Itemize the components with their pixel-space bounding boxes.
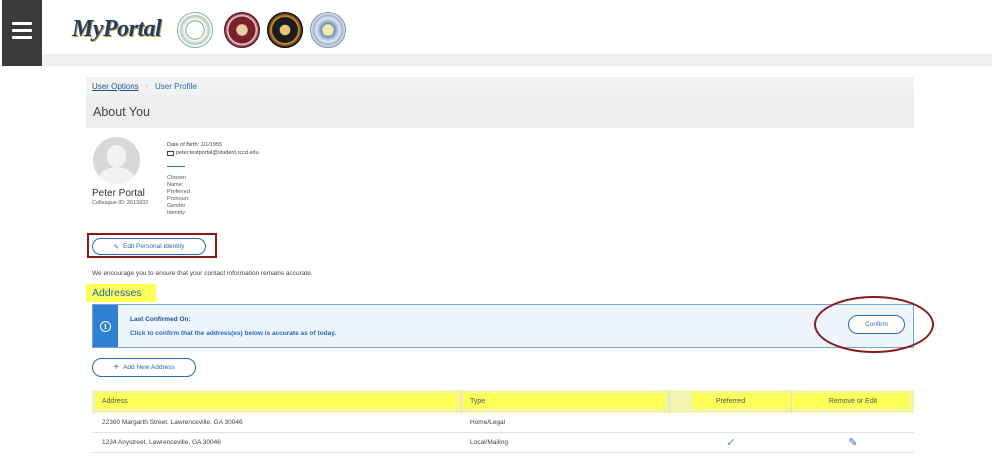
banner-title: Last Confirmed On: bbox=[130, 316, 191, 323]
preferred-cell bbox=[670, 413, 792, 432]
profile-name: Peter Portal bbox=[92, 188, 145, 199]
type-cell: Home/Legal bbox=[470, 419, 506, 426]
address-cell: 1234 Anystreet, Lawrenceville, GA 30046 bbox=[102, 439, 221, 446]
pencil-icon: ✎ bbox=[113, 243, 119, 251]
remove-edit-cell bbox=[792, 413, 914, 432]
header-strip bbox=[42, 54, 992, 66]
email-address: peter.testportal@student.rccd.edu bbox=[176, 150, 259, 156]
check-icon: ✓ bbox=[726, 437, 736, 449]
colleague-id: Colleague ID: 2613932 bbox=[92, 200, 149, 206]
table-row: 1234 Anystreet, Lawrenceville, GA 30046 … bbox=[92, 433, 914, 453]
preferred-label: Preferred bbox=[167, 189, 190, 195]
header-preferred: Preferred bbox=[670, 390, 792, 413]
header-type: Type bbox=[462, 390, 670, 413]
remove-edit-cell: ✎ bbox=[792, 433, 914, 452]
college-seal-4-icon bbox=[310, 12, 346, 48]
edit-personal-identity-label: Edit Personal Identity bbox=[123, 243, 185, 250]
pronoun-label: Pronoun: bbox=[167, 196, 190, 202]
table-row: 22360 Margarth Street, Lawrenceville, GA… bbox=[92, 413, 914, 433]
college-seal-2-icon bbox=[224, 12, 260, 48]
avatar bbox=[93, 137, 140, 184]
college-seal-1-icon bbox=[177, 12, 213, 48]
chosen-label: Chosen bbox=[167, 175, 186, 181]
add-new-address-label: Add New Address bbox=[123, 364, 175, 371]
email-row: peter.testportal@student.rccd.edu bbox=[167, 150, 259, 156]
breadcrumb-user-options[interactable]: User Options bbox=[92, 82, 139, 91]
identity-label: Identity: bbox=[167, 210, 187, 216]
breadcrumb-separator-icon: › bbox=[145, 82, 149, 90]
addresses-heading: Addresses bbox=[86, 284, 156, 302]
header-address: Address bbox=[92, 390, 462, 413]
confirm-button[interactable]: Confirm bbox=[848, 315, 905, 334]
divider bbox=[167, 166, 185, 167]
date-of-birth: Date of Birth: 1/1/1955 bbox=[167, 142, 223, 148]
preferred-cell: ✓ bbox=[670, 433, 792, 452]
page-title: About You bbox=[86, 95, 914, 128]
banner-text: Click to confirm that the address(es) be… bbox=[130, 330, 337, 337]
confirm-banner: i Last Confirmed On: Click to confirm th… bbox=[92, 304, 914, 348]
menu-icon[interactable] bbox=[2, 0, 42, 66]
pencil-edit-icon[interactable]: ✎ bbox=[848, 436, 857, 449]
header-remove-or-edit: Remove or Edit bbox=[828, 398, 878, 405]
breadcrumb-current: User Profile bbox=[155, 81, 197, 91]
encourage-text: We encourage you to ensure that your con… bbox=[92, 270, 313, 277]
myportal-logo[interactable]: MyPortal bbox=[72, 16, 162, 43]
envelope-icon bbox=[167, 150, 174, 156]
type-cell: Local/Mailing bbox=[470, 439, 508, 446]
college-seal-3-icon bbox=[267, 12, 303, 48]
table-header: Address Type Preferred Remove or Edit bbox=[92, 390, 914, 413]
name-label: Name: bbox=[167, 182, 184, 188]
info-icon: i bbox=[100, 320, 111, 332]
edit-personal-identity-button[interactable]: ✎ Edit Personal Identity bbox=[92, 238, 206, 255]
banner-icon-cell: i bbox=[93, 305, 118, 347]
add-new-address-button[interactable]: + Add New Address bbox=[92, 358, 196, 377]
plus-icon: + bbox=[113, 361, 120, 373]
address-cell: 22360 Margarth Street, Lawrenceville, GA… bbox=[102, 419, 243, 426]
gender-label: Gender bbox=[167, 203, 186, 209]
breadcrumb: User Options › User Profile bbox=[86, 77, 914, 95]
addresses-table: Address Type Preferred Remove or Edit 22… bbox=[92, 390, 914, 453]
